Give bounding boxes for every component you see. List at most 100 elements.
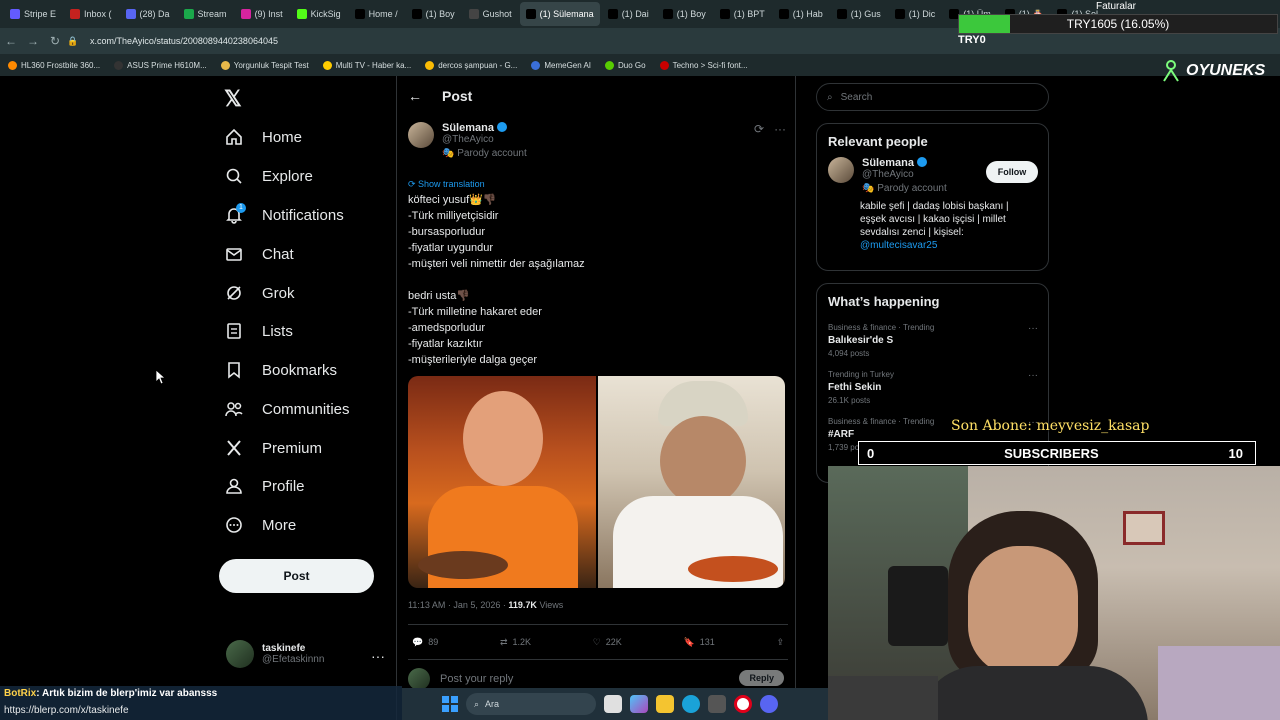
x-logo-icon[interactable]: 𝕏 <box>224 86 242 112</box>
browser-tab[interactable]: (1) Gus <box>831 2 887 26</box>
follow-button[interactable]: Follow <box>986 161 1038 183</box>
post-author[interactable]: Sülemana @TheAyico 🎭 Parody account <box>408 122 527 159</box>
author-handle[interactable]: @TheAyico <box>442 134 527 145</box>
nav-item-home[interactable]: Home <box>224 122 302 152</box>
relevant-person-name-row[interactable]: Sülemana <box>862 157 947 169</box>
taskbar-search-label: Ara <box>485 699 500 709</box>
bookmark-item[interactable]: Techno > Sci-fi font... <box>659 60 748 70</box>
nav-item-lists[interactable]: Lists <box>224 316 293 346</box>
task-view-icon[interactable] <box>604 695 622 713</box>
account-more-icon[interactable]: ··· <box>371 648 385 664</box>
author-name-row[interactable]: Sülemana <box>442 122 527 134</box>
forward-icon[interactable]: → <box>22 34 44 48</box>
author-avatar[interactable] <box>408 122 434 148</box>
back-icon[interactable]: ← <box>0 34 22 48</box>
bookmark-item[interactable]: Multi TV - Haber ka... <box>322 60 411 70</box>
bookmark-item[interactable]: Yorgunluk Tespit Test <box>220 60 309 70</box>
chat-username: BotRix <box>4 688 37 699</box>
show-translation-link[interactable]: ⟳ Show translation <box>408 179 485 190</box>
reply-button[interactable]: 💬 89 <box>412 637 438 648</box>
bookmark-button[interactable]: 🔖 131 <box>684 637 715 648</box>
trend-category: Trending in Turkey <box>828 370 894 379</box>
try-progress-text: TRY1605 (16.05%) <box>1066 17 1170 31</box>
repost-button[interactable]: ⇄ 1.2K <box>500 637 531 648</box>
trend-item[interactable]: Trending in Turkey Fethi Sekin 26.1K posts… <box>817 370 1048 405</box>
browser-tab[interactable]: (1) Hab <box>773 2 829 26</box>
browser-tab[interactable]: (1) Boy <box>406 2 461 26</box>
nav-item-grok[interactable]: Grok <box>224 278 295 308</box>
mail-icon <box>226 248 242 261</box>
author-name[interactable]: Sülemana <box>442 122 494 134</box>
file-explorer-icon[interactable] <box>656 695 674 713</box>
back-arrow-icon[interactable]: ← <box>408 88 422 104</box>
post-more-icon[interactable]: ··· <box>774 122 786 136</box>
nav-item-premium[interactable]: Premium <box>224 433 322 463</box>
reply-input[interactable]: Post your reply <box>440 673 513 685</box>
browser-tab[interactable]: Gushot <box>463 2 518 26</box>
bookmark-item[interactable]: dercos şampuan - G... <box>425 60 517 70</box>
nav-item-explore[interactable]: Explore <box>224 161 313 191</box>
reload-icon[interactable]: ↻ <box>44 34 66 48</box>
opera-icon[interactable] <box>734 695 752 713</box>
tab-label: (1) Sülemana <box>539 9 594 19</box>
bio-mention-link[interactable]: @multecisavar25 <box>860 240 937 251</box>
trend-item[interactable]: Business & finance · Trending Balıkesir'd… <box>817 323 1048 358</box>
my-avatar <box>226 640 254 668</box>
subscriber-count-current: 0 <box>867 445 875 461</box>
search-input[interactable]: ⌕ Search <box>816 83 1049 111</box>
tab-favicon-icon <box>70 9 81 19</box>
bookmark-item[interactable]: MemeGen AI <box>531 60 591 70</box>
reply-submit-button[interactable]: Reply <box>739 670 784 686</box>
browser-tab[interactable]: (1) BPT <box>714 2 771 26</box>
bookmark-item[interactable]: Duo Go <box>605 60 646 70</box>
browser-tab[interactable]: Stripe E <box>4 2 62 26</box>
relevant-person-avatar[interactable] <box>828 157 854 183</box>
relevant-person-name[interactable]: Sülemana <box>862 157 914 169</box>
browser-tab[interactable]: (1) Dai <box>602 2 655 26</box>
nav-item-more[interactable]: More <box>224 510 296 540</box>
browser-tab[interactable]: Home / <box>349 2 404 26</box>
copilot-icon[interactable] <box>630 695 648 713</box>
post-button[interactable]: Post <box>219 559 374 593</box>
nav-item-label: Notifications <box>262 206 344 224</box>
media-photo-left[interactable] <box>408 376 596 588</box>
like-button[interactable]: ♡ 22K <box>593 637 622 648</box>
browser-tab[interactable]: (1) Boy <box>657 2 712 26</box>
url-field[interactable]: x.com/TheAyico/status/200808944023806404… <box>90 36 278 46</box>
relevant-person-row[interactable]: Sülemana @TheAyico 🎭 Parody account Foll… <box>817 157 1048 194</box>
grok-explain-icon[interactable]: ⟳ <box>754 122 764 136</box>
relevant-person-handle[interactable]: @TheAyico <box>862 169 947 180</box>
browser-tab[interactable]: KickSig <box>291 2 347 26</box>
post-media[interactable] <box>408 376 785 588</box>
browser-tab[interactable]: (1) Dic <box>889 2 942 26</box>
trend-more-icon[interactable]: ··· <box>1028 370 1038 381</box>
browser-tab[interactable]: Stream <box>178 2 233 26</box>
nav-item-profile[interactable]: Profile <box>224 471 305 501</box>
reply-composer[interactable]: Post your reply Reply <box>408 668 788 690</box>
site-info-icon[interactable]: 🔒 <box>66 36 80 47</box>
bookmark-item[interactable]: ASUS Prime H610M... <box>114 60 207 70</box>
webcam-speaker <box>888 566 948 646</box>
share-button[interactable]: ⇪ <box>776 637 784 648</box>
edge-icon[interactable] <box>682 695 700 713</box>
browser-tab[interactable]: Inbox ( <box>64 2 118 26</box>
discord-icon[interactable] <box>760 695 778 713</box>
tab-label: Home / <box>368 9 398 19</box>
browser-tab[interactable]: (1) Sülemana <box>519 2 600 26</box>
taskbar-search[interactable]: ⌕ Ara <box>466 693 596 715</box>
trend-more-icon[interactable]: ··· <box>1028 323 1038 334</box>
nav-item-bookmarks[interactable]: Bookmarks <box>224 355 337 385</box>
tab-label: (1) Boy <box>676 9 706 19</box>
bookmark-item[interactable]: HL360 Frostbite 360... <box>8 60 100 70</box>
nav-item-communities[interactable]: Communities <box>224 394 350 424</box>
browser-tab[interactable]: (28) Da <box>120 2 176 26</box>
calculator-icon[interactable] <box>708 695 726 713</box>
nav-item-chat[interactable]: Chat <box>224 239 294 269</box>
media-photo-right[interactable] <box>597 376 785 588</box>
browser-tab[interactable]: (9) Inst <box>235 2 289 26</box>
translate-icon: ⟳ <box>408 179 419 189</box>
account-switcher[interactable]: taskinefe @Efetaskinnn <box>226 640 324 668</box>
post-time: 11:13 AM · Jan 5, 2026 · <box>408 600 509 610</box>
bookmark-favicon-icon <box>425 60 435 70</box>
windows-start-icon[interactable] <box>442 696 458 712</box>
